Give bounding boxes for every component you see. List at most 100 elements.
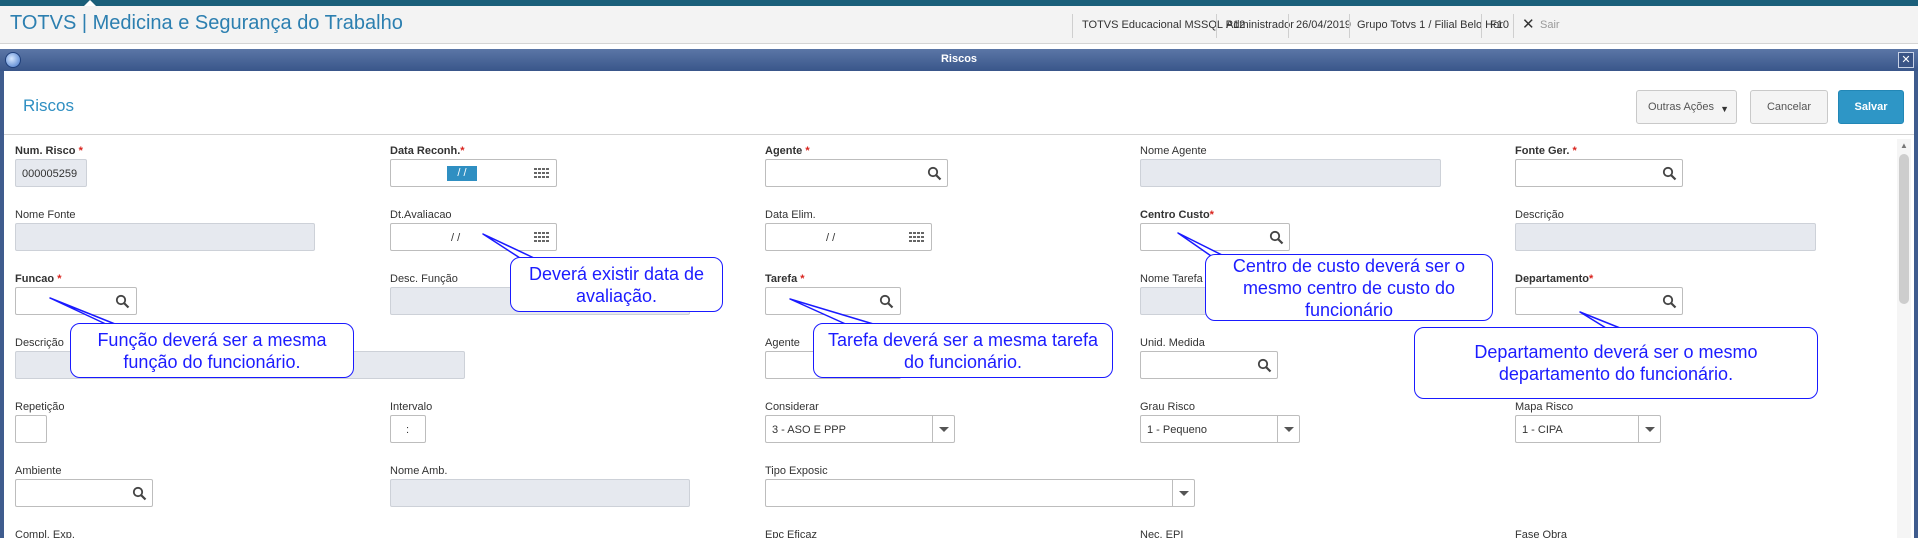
nome-tarefa-label: Nome Tarefa: [1140, 273, 1203, 285]
more-actions-label: Outras Ações: [1648, 101, 1715, 113]
window-frame-right: [1914, 71, 1918, 538]
intervalo-value: :: [406, 424, 410, 436]
fase-obra-label: Fase Obra: [1515, 529, 1567, 538]
mapa-risco-label: Mapa Risco: [1515, 401, 1574, 413]
callout-departamento: Departamento deverá ser o mesmo departam…: [1414, 327, 1818, 399]
num-risco-field[interactable]: 000005259: [15, 159, 87, 187]
calendar-icon[interactable]: [909, 232, 924, 244]
scroll-up-icon[interactable]: ▲: [1900, 141, 1908, 150]
data-reconh-value: / /: [447, 166, 477, 181]
considerar-select[interactable]: 3 - ASO E PPP: [765, 415, 955, 443]
header-divider: [1288, 14, 1289, 38]
data-elim-value: / /: [826, 232, 836, 244]
required-marker: *: [78, 145, 83, 157]
search-icon[interactable]: [1662, 294, 1677, 309]
nome-amb-field[interactable]: [390, 479, 690, 507]
required-marker: *: [800, 273, 805, 285]
nome-agente-field[interactable]: [1140, 159, 1441, 187]
search-icon[interactable]: [132, 486, 147, 501]
scrollbar-thumb[interactable]: [1899, 154, 1909, 304]
funcao-field[interactable]: [15, 287, 137, 315]
departamento-field[interactable]: [1515, 287, 1683, 315]
data-reconh-label: Data Reconh.*: [390, 145, 465, 157]
data-reconh-field[interactable]: / /: [390, 159, 557, 187]
required-marker: *: [57, 273, 62, 285]
tarefa-field[interactable]: [765, 287, 901, 315]
app-title: TOTVS | Medicina e Segurança do Trabalho: [10, 12, 403, 34]
search-icon[interactable]: [1257, 358, 1272, 373]
close-icon[interactable]: ✕: [1522, 15, 1535, 33]
unid-medida-label: Unid. Medida: [1140, 337, 1205, 349]
ambiente-field[interactable]: [15, 479, 153, 507]
funcao-label-text: Funcao: [15, 273, 55, 285]
dt-avaliacao-field[interactable]: / /: [390, 223, 557, 251]
search-icon[interactable]: [115, 294, 130, 309]
intervalo-field[interactable]: :: [390, 415, 426, 443]
desc-funcao-label: Desc. Função: [390, 273, 458, 285]
calendar-icon[interactable]: [534, 232, 549, 244]
compl-exp-label: Compl. Exp.: [15, 529, 75, 538]
cancel-button[interactable]: Cancelar: [1750, 90, 1828, 124]
callout-dt-avaliacao: Deverá existir data de avaliação.: [510, 257, 723, 312]
unid-medida-field[interactable]: [1140, 351, 1278, 379]
search-icon[interactable]: [1269, 230, 1284, 245]
exit-link[interactable]: Sair: [1540, 19, 1560, 31]
fonte-ger-field[interactable]: [1515, 159, 1683, 187]
window-close-button[interactable]: ✕: [1898, 52, 1914, 68]
callout-centro-custo: Centro de custo deverá ser o mesmo centr…: [1205, 254, 1493, 321]
dt-avaliacao-value: / /: [451, 232, 461, 244]
agente-field[interactable]: [765, 159, 948, 187]
required-marker: *: [1572, 145, 1577, 157]
callout-pointers: [49, 232, 1621, 329]
header-divider: [1513, 14, 1514, 38]
departamento-label-text: Departamento: [1515, 273, 1589, 285]
date-label[interactable]: 26/04/2019: [1296, 19, 1351, 31]
window-title: Riscos: [940, 53, 978, 65]
agente-2-label: Agente: [765, 337, 800, 349]
app-root: TOTVS | Medicina e Segurança do Trabalho…: [0, 0, 1918, 538]
chevron-down-icon[interactable]: [932, 416, 954, 442]
search-icon[interactable]: [1662, 166, 1677, 181]
app-header: TOTVS | Medicina e Segurança do Trabalho…: [0, 6, 1918, 44]
nome-fonte-field[interactable]: [15, 223, 315, 251]
shortcut-label[interactable]: F10: [1490, 19, 1509, 31]
centro-custo-label-text: Centro Custo: [1140, 209, 1210, 221]
required-marker: *: [460, 145, 465, 157]
save-button[interactable]: Salvar: [1838, 90, 1904, 124]
chevron-down-icon[interactable]: [1638, 416, 1660, 442]
tipo-exposic-select[interactable]: [765, 479, 1195, 507]
window-title-bar: Riscos ✕: [0, 49, 1918, 71]
more-actions-button[interactable]: Outras Ações ▼: [1636, 90, 1737, 124]
callout-tarefa: Tarefa deverá ser a mesma tarefa do func…: [813, 323, 1113, 378]
fonte-ger-label: Fonte Ger. *: [1515, 145, 1577, 157]
centro-custo-field[interactable]: [1140, 223, 1290, 251]
chevron-down-icon[interactable]: [1172, 480, 1194, 506]
centro-custo-label: Centro Custo*: [1140, 209, 1214, 221]
agente-label-text: Agente: [765, 145, 803, 157]
nome-agente-label: Nome Agente: [1140, 145, 1207, 157]
intervalo-label: Intervalo: [390, 401, 433, 413]
dt-avaliacao-label: Dt.Avaliacao: [390, 209, 452, 221]
tipo-exposic-label: Tipo Exposic: [765, 465, 828, 477]
required-marker: *: [805, 145, 810, 157]
grau-risco-value: 1 - Pequeno: [1147, 424, 1207, 436]
mapa-risco-select[interactable]: 1 - CIPA: [1515, 415, 1661, 443]
calendar-icon[interactable]: [534, 168, 549, 180]
chevron-down-icon: ▼: [1720, 104, 1729, 114]
user-label[interactable]: Administrador: [1226, 19, 1294, 31]
search-icon[interactable]: [927, 166, 942, 181]
search-icon[interactable]: [879, 294, 894, 309]
chevron-down-icon[interactable]: [1277, 416, 1299, 442]
data-reconh-label-text: Data Reconh.: [390, 145, 461, 157]
tarefa-label-text: Tarefa: [765, 273, 798, 285]
window-frame-left: [0, 71, 4, 538]
environment-label[interactable]: TOTVS Educacional MSSQL P12: [1082, 19, 1245, 31]
data-elim-field[interactable]: / /: [765, 223, 932, 251]
header-divider: [1349, 14, 1350, 38]
descricao-field[interactable]: [1515, 223, 1816, 251]
epc-eficaz-label: Epc Eficaz: [765, 529, 817, 538]
repeticao-field[interactable]: [15, 415, 47, 443]
num-risco-label-text: Num. Risco: [15, 145, 76, 157]
nec-epi-label: Nec. EPI: [1140, 529, 1184, 538]
grau-risco-select[interactable]: 1 - Pequeno: [1140, 415, 1300, 443]
